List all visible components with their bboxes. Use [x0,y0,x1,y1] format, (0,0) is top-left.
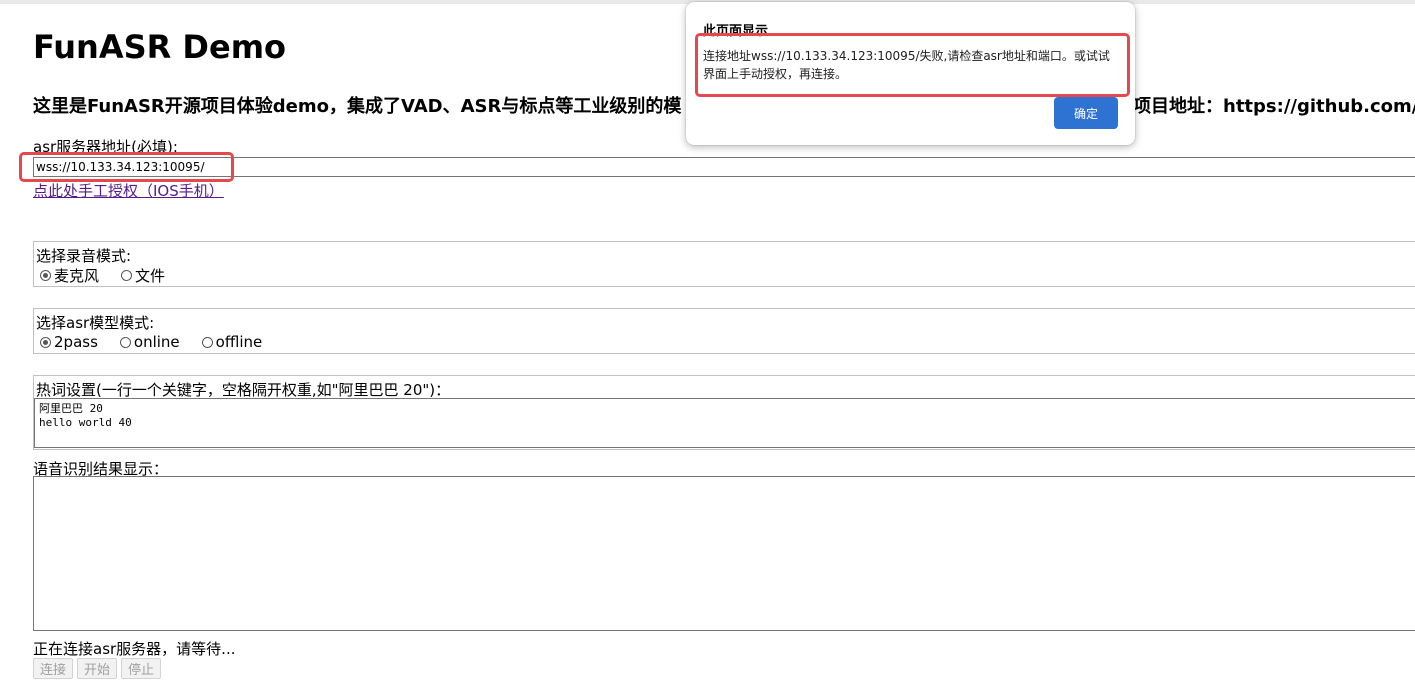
model-mode-options: 2pass online offline [40,333,284,351]
record-mode-options: 麦克风 文件 [40,265,187,286]
radio-checked-icon[interactable] [40,336,51,348]
model-mode-2pass[interactable]: 2pass [40,333,98,351]
alert-dialog: 此页面显示 连接地址wss://10.133.34.123:10095/失败,请… [686,2,1135,145]
hotwords-label: 热词设置(一行一个关键字，空格隔开权重,如"阿里巴巴 20")： [36,381,451,399]
record-mode-label: 选择录音模式: [36,247,132,265]
model-mode-online[interactable]: online [119,333,180,351]
record-mode-group: 选择录音模式: 麦克风 文件 [33,241,1415,287]
page-title: FunASR Demo [33,28,287,66]
radio-unchecked-icon[interactable] [121,270,133,281]
model-mode-online-label: online [133,333,180,351]
server-address-input[interactable] [33,157,1415,177]
subtitle-right-text: 项目地址：https://github.com/ [1133,96,1415,117]
project-url-text: 项目地址：https://github.com/ [1133,92,1415,118]
dialog-ok-button[interactable]: 确定 [1054,97,1118,129]
model-mode-group: 选择asr模型模式: 2pass online offline [33,308,1415,354]
dialog-title: 此页面显示 [703,24,769,39]
model-mode-2pass-label: 2pass [54,333,98,351]
manual-auth-link[interactable]: 点此处手工授权（IOS手机） [33,180,224,201]
page-subtitle: 这里是FunASR开源项目体验demo，集成了VAD、ASR与标点等工业级别的模 [33,92,681,118]
connect-button[interactable]: 连接 [33,658,74,679]
connection-status: 正在连接asr服务器，请等待... [33,640,236,658]
start-button[interactable]: 开始 [77,658,118,679]
result-textarea[interactable] [33,476,1415,631]
record-mode-mic[interactable]: 麦克风 [40,265,99,286]
stop-button[interactable]: 停止 [121,658,162,679]
model-mode-offline[interactable]: offline [201,333,263,351]
record-mode-file[interactable]: 文件 [121,265,165,286]
server-address-label: asr服务器地址(必填): [33,138,178,156]
subtitle-text: 这里是FunASR开源项目体验demo，集成了VAD、ASR与标点等工业级别的模 [33,96,682,117]
radio-checked-icon[interactable] [40,270,51,281]
dialog-message: 连接地址wss://10.133.34.123:10095/失败,请检查asr地… [703,49,1110,81]
radio-unchecked-icon[interactable] [119,336,131,348]
model-mode-offline-label: offline [215,333,263,351]
control-buttons: 连接 开始 停止 [33,658,162,679]
radio-unchecked-icon[interactable] [201,336,213,348]
model-mode-label: 选择asr模型模式: [36,314,155,332]
hotwords-textarea[interactable]: 阿里巴巴 20 hello world 40 [34,398,1415,448]
record-mode-file-label: 文件 [135,267,166,285]
hotwords-group: 热词设置(一行一个关键字，空格隔开权重,如"阿里巴巴 20")： 阿里巴巴 20… [33,375,1415,450]
record-mode-mic-label: 麦克风 [54,267,100,285]
